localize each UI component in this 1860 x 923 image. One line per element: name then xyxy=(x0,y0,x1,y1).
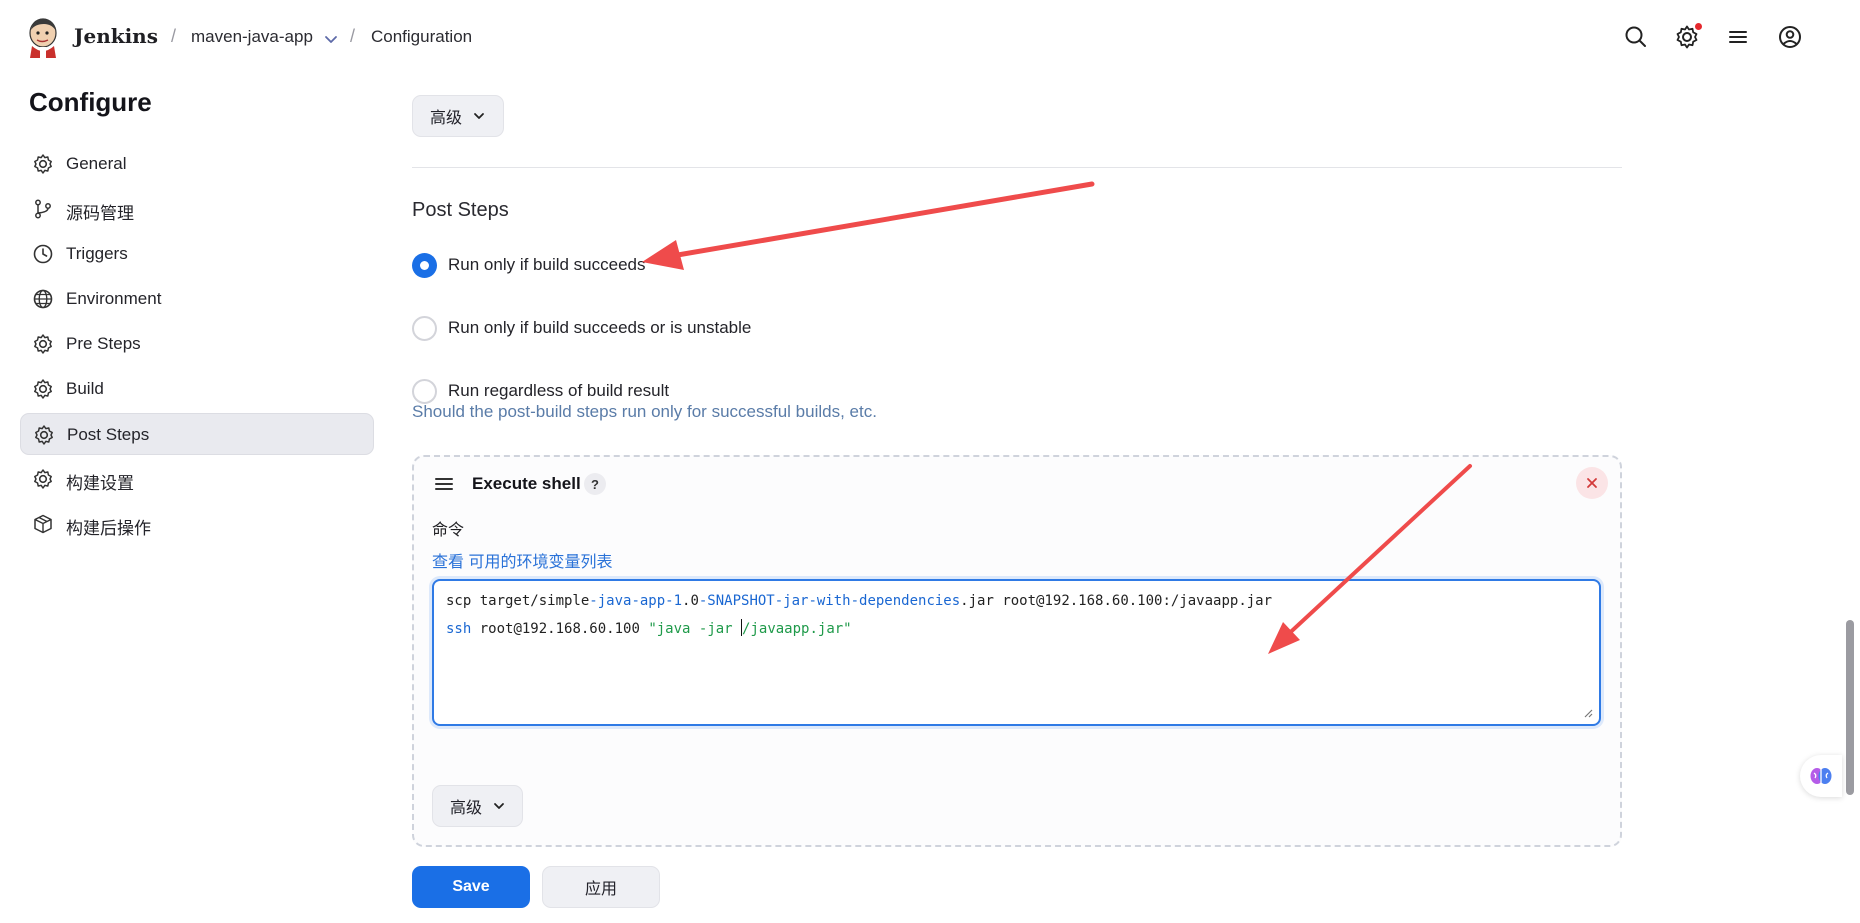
radio-button[interactable] xyxy=(412,315,437,341)
radio-option-regardless[interactable]: Run regardless of build result xyxy=(412,377,669,405)
top-header: Jenkins / maven-java-app / Configuration xyxy=(0,0,1860,76)
radio-option-succeeds[interactable]: Run only if build succeeds xyxy=(412,251,646,279)
gear-icon xyxy=(34,379,52,399)
drag-handle-icon[interactable] xyxy=(434,476,454,492)
advanced-label: 高级 xyxy=(450,800,483,817)
radio-label: Run only if build succeeds xyxy=(448,255,646,274)
chevron-down-icon xyxy=(474,113,484,119)
code-token: root@192.168.60.100 xyxy=(471,621,649,637)
sidebar-item-general[interactable]: General xyxy=(20,143,374,185)
ai-assistant-button[interactable] xyxy=(1800,755,1842,797)
clock-icon xyxy=(33,244,53,264)
sidebar-item-build-settings[interactable]: 构建设置 xyxy=(20,458,374,500)
section-divider xyxy=(412,167,1622,168)
sidebar-item-label: 源码管理 xyxy=(66,204,134,223)
chevron-down-icon xyxy=(494,803,504,809)
advanced-button[interactable]: 高级 xyxy=(412,95,504,137)
brand-name[interactable]: Jenkins xyxy=(74,24,158,48)
breadcrumb-separator: / xyxy=(350,26,356,46)
sidebar-item-pre-steps[interactable]: Pre Steps xyxy=(20,323,374,365)
radio-button-checked[interactable] xyxy=(412,252,437,278)
annotation-arrow xyxy=(642,181,1095,270)
code-token: "java -jar xyxy=(648,621,742,637)
jenkins-logo-icon[interactable] xyxy=(26,16,60,58)
shell-advanced-button[interactable]: 高级 xyxy=(432,785,523,827)
sidebar-item-environment[interactable]: Environment xyxy=(20,278,374,320)
code-token: ssh xyxy=(446,621,472,637)
env-vars-link-prefix[interactable]: 查看 xyxy=(432,554,464,571)
breadcrumb-configuration[interactable]: Configuration xyxy=(371,27,472,47)
gear-icon xyxy=(34,154,52,174)
sidebar-item-label: General xyxy=(66,154,127,173)
chevron-down-icon[interactable] xyxy=(322,30,340,48)
sidebar-item-triggers[interactable]: Triggers xyxy=(20,233,374,275)
code-token: .0 xyxy=(682,593,699,609)
code-token: -java-app-1 xyxy=(589,593,683,609)
page-scrollbar-thumb[interactable] xyxy=(1846,620,1854,795)
sidebar-item-build[interactable]: Build xyxy=(20,368,374,410)
globe-icon xyxy=(33,289,53,309)
gear-icon xyxy=(34,469,52,489)
sidebar-item-label: 构建设置 xyxy=(66,474,134,493)
radio-option-succeeds-or-unstable[interactable]: Run only if build succeeds or is unstabl… xyxy=(412,314,751,342)
radio-label: Run regardless of build result xyxy=(448,381,670,400)
command-label: 命令 xyxy=(432,522,465,539)
code-line-1: scp target/simple-java-app-1.0-SNAPSHOT-… xyxy=(446,593,1272,609)
code-token: /javaapp.jar" xyxy=(742,621,852,637)
env-vars-link[interactable]: 查看 可用的环境变量列表 xyxy=(432,548,612,572)
code-token: scp target/simple xyxy=(446,593,590,609)
sidebar-item-label: Build xyxy=(66,379,104,398)
breadcrumb-project[interactable]: maven-java-app xyxy=(191,27,313,47)
package-icon xyxy=(34,514,52,534)
resize-handle-icon[interactable] xyxy=(1583,708,1593,718)
code-token: .jar root@192.168.60.100:/javaapp.jar xyxy=(960,593,1273,609)
radio-button[interactable] xyxy=(412,378,437,404)
gear-icon xyxy=(34,334,52,354)
advanced-label: 高级 xyxy=(430,110,463,127)
search-icon[interactable] xyxy=(1623,24,1649,50)
help-icon[interactable]: ? xyxy=(584,473,606,495)
save-button[interactable]: Save xyxy=(412,866,530,908)
sidebar-item-label: 构建后操作 xyxy=(66,519,151,538)
code-line-2: ssh root@192.168.60.100 "java -jar /java… xyxy=(446,619,852,637)
sidebar-item-label: Post Steps xyxy=(67,425,150,444)
sidebar-title: Configure xyxy=(29,87,152,117)
env-vars-link-text[interactable]: 可用的环境变量列表 xyxy=(468,554,612,571)
sidebar-item-post-build-actions[interactable]: 构建后操作 xyxy=(20,503,374,545)
menu-icon[interactable] xyxy=(1725,24,1751,50)
sidebar-item-label: Pre Steps xyxy=(66,334,141,353)
execute-shell-title[interactable]: Execute shell xyxy=(472,474,581,494)
breadcrumb-separator: / xyxy=(171,26,177,46)
radio-label: Run only if build succeeds or is unstabl… xyxy=(448,318,752,337)
sidebar-item-scm[interactable]: 源码管理 xyxy=(20,188,374,230)
apply-button[interactable]: 应用 xyxy=(542,866,660,908)
sidebar-item-post-steps[interactable]: Post Steps xyxy=(20,413,374,455)
sidebar-item-label: Triggers xyxy=(66,244,128,263)
sidebar-item-label: Environment xyxy=(66,289,162,308)
post-steps-helper-text: Should the post-build steps run only for… xyxy=(412,402,877,421)
delete-step-button[interactable] xyxy=(1576,467,1608,499)
post-steps-title: Post Steps xyxy=(412,199,509,221)
code-token: -SNAPSHOT-jar-with-dependencies xyxy=(698,593,961,609)
notification-dot xyxy=(1695,23,1702,30)
branch-icon xyxy=(35,199,51,219)
brain-icon xyxy=(1810,768,1832,784)
command-textarea[interactable]: scp target/simple-java-app-1.0-SNAPSHOT-… xyxy=(432,579,1601,726)
user-account-icon[interactable] xyxy=(1777,24,1803,50)
gear-icon xyxy=(35,425,53,445)
close-icon xyxy=(1587,478,1597,488)
